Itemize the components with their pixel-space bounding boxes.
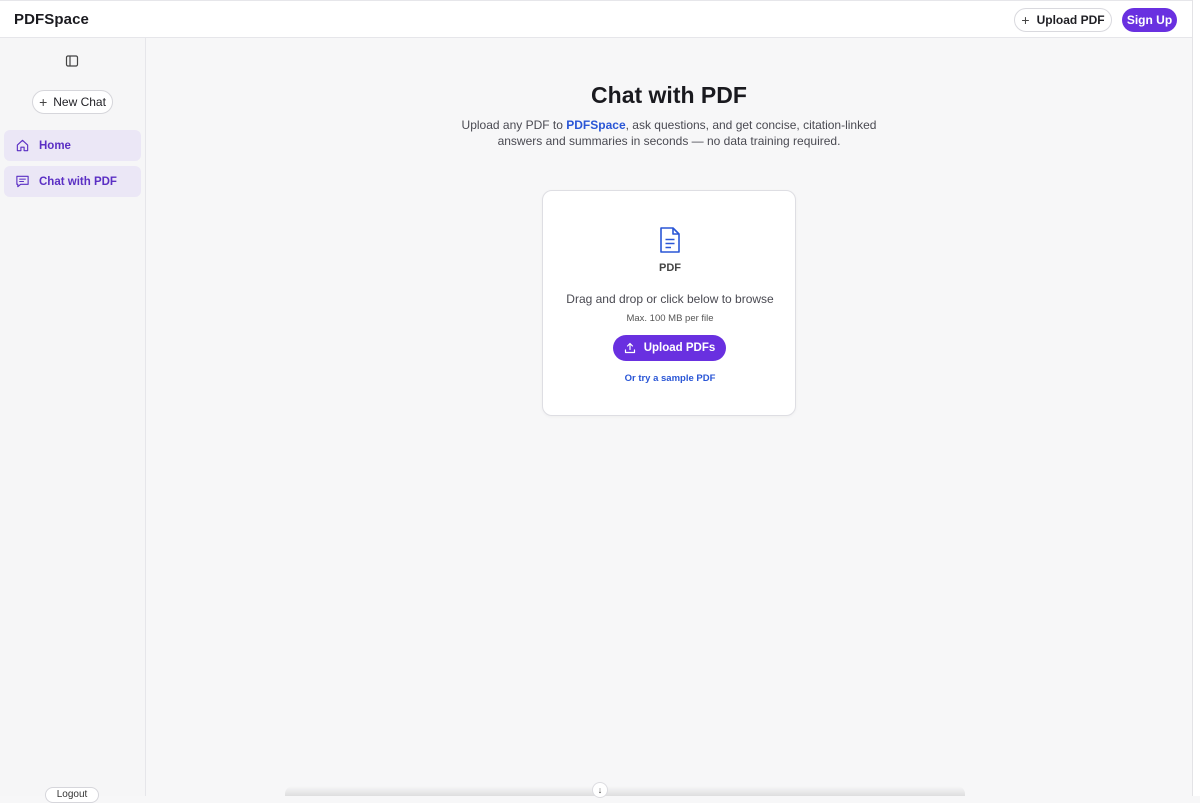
document-icon bbox=[660, 227, 680, 253]
max-size-text: Max. 100 MB per file bbox=[626, 313, 714, 324]
sign-up-button[interactable]: Sign Up bbox=[1122, 8, 1177, 32]
sidebar-toggle-icon[interactable] bbox=[64, 53, 80, 69]
page-title: Chat with PDF bbox=[591, 82, 747, 108]
upload-pdf-button[interactable]: + Upload PDF bbox=[1014, 8, 1112, 32]
chat-icon bbox=[16, 175, 29, 188]
sidebar-item-chat-with-pdf[interactable]: Chat with PDF bbox=[4, 166, 141, 197]
app-logo[interactable]: PDFSpace bbox=[14, 11, 89, 28]
subtitle-text: Upload any PDF to bbox=[461, 118, 567, 132]
upload-icon bbox=[624, 342, 635, 354]
logout-button[interactable]: Logout bbox=[45, 787, 99, 803]
sidebar-item-label: Chat with PDF bbox=[39, 175, 117, 188]
new-chat-button[interactable]: + New Chat bbox=[32, 90, 113, 114]
top-header: PDFSpace + Upload PDF Sign Up bbox=[0, 0, 1192, 38]
sidebar-item-home[interactable]: Home bbox=[4, 130, 141, 161]
page-scrollbar[interactable] bbox=[1192, 0, 1200, 796]
page-subtitle: Upload any PDF to PDFSpace, ask question… bbox=[440, 118, 898, 149]
upload-pdf-label: Upload PDF bbox=[1036, 13, 1105, 27]
plus-icon: + bbox=[1021, 12, 1030, 28]
drag-drop-text: Drag and drop or click below to browse bbox=[566, 292, 774, 306]
sidebar-item-label: Home bbox=[39, 139, 71, 152]
brand-link[interactable]: PDFSpace bbox=[566, 118, 625, 132]
home-icon bbox=[16, 139, 29, 152]
sample-pdf-link[interactable]: Or try a sample PDF bbox=[543, 373, 797, 384]
file-type-label: PDF bbox=[659, 262, 681, 274]
plus-icon: + bbox=[39, 94, 48, 110]
upload-dropzone[interactable]: PDF Drag and drop or click below to brow… bbox=[542, 190, 796, 416]
bottom-shadow bbox=[285, 786, 965, 796]
upload-pdfs-label: Upload PDFs bbox=[643, 342, 716, 354]
upload-pdfs-button[interactable]: Upload PDFs bbox=[613, 335, 726, 361]
new-chat-label: New Chat bbox=[53, 95, 106, 109]
sidebar: + New Chat Home Chat with PDF Logout bbox=[0, 38, 146, 803]
